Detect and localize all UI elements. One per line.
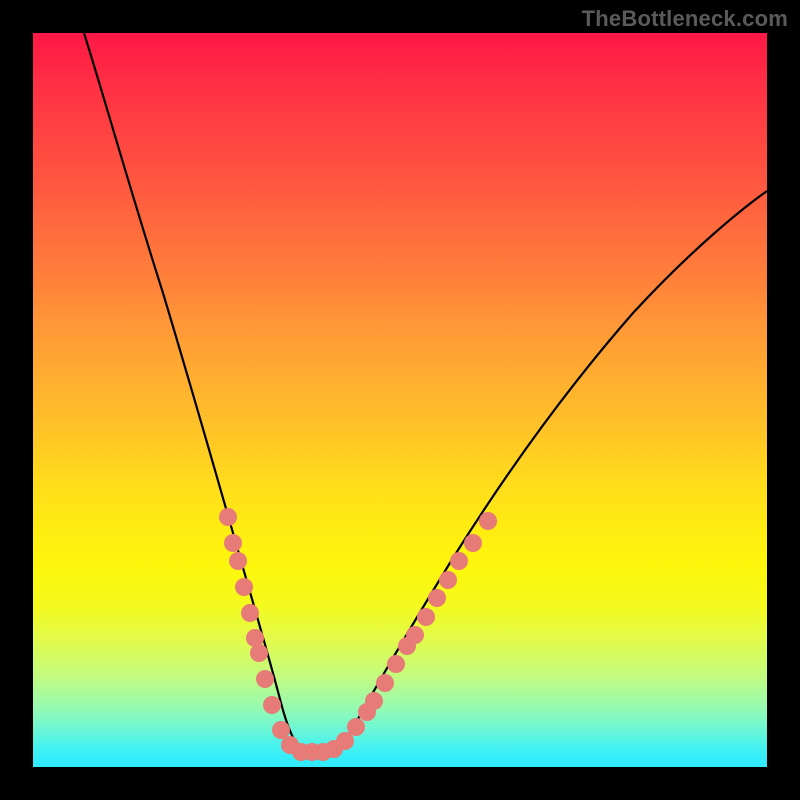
bottleneck-curve — [84, 33, 767, 758]
dot — [387, 655, 405, 673]
watermark-text: TheBottleneck.com — [582, 6, 788, 32]
dot — [224, 534, 242, 552]
plot-area — [33, 33, 767, 767]
dot — [439, 571, 457, 589]
dot — [347, 718, 365, 736]
dot — [250, 644, 268, 662]
dot — [336, 732, 354, 750]
dot — [263, 696, 281, 714]
dot — [479, 512, 497, 530]
dot — [272, 721, 290, 739]
dot — [450, 552, 468, 570]
dot — [428, 589, 446, 607]
dot — [241, 604, 259, 622]
dot — [229, 552, 247, 570]
dot — [219, 508, 237, 526]
dot — [235, 578, 253, 596]
dot — [464, 534, 482, 552]
highlighted-dots — [219, 508, 497, 761]
dot — [365, 692, 383, 710]
dot — [417, 608, 435, 626]
dot — [406, 626, 424, 644]
dot — [376, 674, 394, 692]
curve-layer — [33, 33, 767, 767]
chart-frame: TheBottleneck.com — [0, 0, 800, 800]
dot — [256, 670, 274, 688]
